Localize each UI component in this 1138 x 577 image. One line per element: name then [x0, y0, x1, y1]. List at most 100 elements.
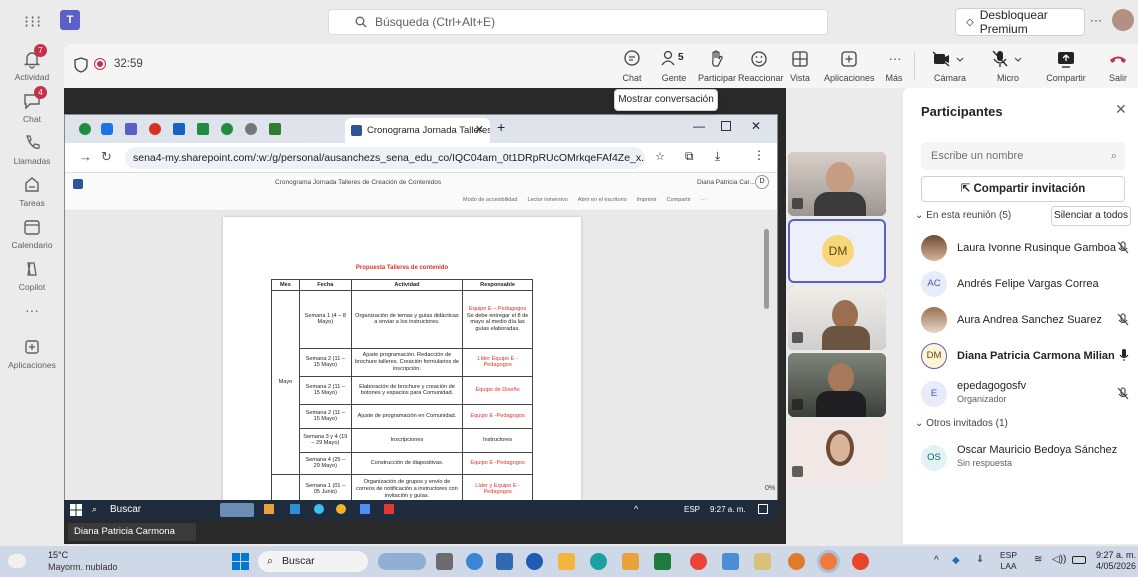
menu-icon[interactable]: ⋮	[753, 148, 765, 162]
raise-hand-button[interactable]: Participar	[697, 48, 737, 83]
video-tile-dm[interactable]: DM	[788, 219, 886, 283]
doc-user-avatar[interactable]: D	[755, 175, 769, 189]
view-button[interactable]: Vista	[788, 48, 812, 83]
file-explorer-icon[interactable]	[558, 553, 575, 570]
taskbar-app-icon[interactable]	[754, 553, 771, 570]
chat-button[interactable]: Chat	[617, 48, 647, 83]
pinned-tab-icon[interactable]	[149, 123, 161, 135]
taskbar-app-icon[interactable]	[526, 553, 543, 570]
taskbar-widget[interactable]	[378, 553, 426, 570]
active-tab[interactable]: Cronograma Jornada Talleres d ✕	[345, 118, 490, 143]
minimize-button[interactable]: —	[693, 119, 705, 133]
participant-row[interactable]: OS Oscar Mauricio Bedoya Sánchez Sin res…	[903, 438, 1138, 478]
taskbar-app-icon[interactable]	[264, 504, 274, 514]
taskbar-app-icon[interactable]	[360, 504, 370, 514]
reload-icon[interactable]: ↻	[101, 149, 112, 165]
rail-activity[interactable]: 7 Actividad	[0, 44, 64, 82]
video-tile[interactable]	[788, 286, 886, 350]
taskbar-app-icon[interactable]	[290, 504, 300, 514]
taskbar-app-icon[interactable]	[788, 553, 805, 570]
star-icon[interactable]: ☆	[655, 150, 665, 163]
participant-row[interactable]: Laura Ivonne Rusinque Gamboa	[903, 230, 1138, 266]
rail-calls[interactable]: Llamadas	[0, 132, 64, 166]
tray-app-icon[interactable]: ◆	[952, 555, 960, 566]
rail-more[interactable]: ···	[0, 302, 64, 318]
participant-search-input[interactable]: Escribe un nombre ⌕	[921, 142, 1125, 170]
pinned-tab-icon[interactable]	[269, 123, 281, 135]
edge-icon[interactable]	[590, 553, 607, 570]
pinned-tab-icon[interactable]	[79, 123, 91, 135]
extensions-icon[interactable]: ⧉	[685, 149, 694, 164]
pinned-tab-icon[interactable]	[101, 123, 113, 135]
url-field[interactable]: sena4-my.sharepoint.com/:w:/g/personal/a…	[125, 147, 645, 169]
open-desktop-button[interactable]: Abrir en el escritorio	[578, 197, 627, 203]
rail-apps[interactable]: Aplicaciones	[0, 336, 64, 370]
usb-icon[interactable]: ⇓	[976, 554, 984, 565]
rail-chat[interactable]: 4 Chat	[0, 86, 64, 124]
apps-button[interactable]: Aplicaciones	[824, 48, 875, 83]
rail-copilot[interactable]: Copilot	[0, 258, 64, 292]
tray-chevron-icon[interactable]: ^	[934, 555, 939, 566]
weather-desc[interactable]: Mayorm. nublado	[48, 562, 118, 572]
doc-share-button[interactable]: Compartir	[667, 197, 691, 203]
taskbar-search[interactable]: ⌕ Buscar	[258, 551, 368, 572]
video-tile[interactable]	[788, 353, 886, 417]
people-button[interactable]: 5 Gente	[657, 48, 691, 83]
windows-start-icon[interactable]	[232, 553, 249, 570]
weather-temp[interactable]: 15°C	[48, 550, 68, 560]
immersive-reader-button[interactable]: Lector inmersivo	[527, 197, 567, 203]
close-panel-button[interactable]: ✕	[1115, 101, 1127, 118]
leave-button[interactable]: Salir	[1106, 48, 1130, 83]
app-launcher-icon[interactable]: ⁝⁝⁝	[24, 12, 42, 32]
camera-button[interactable]: Cámara	[928, 48, 972, 83]
close-tab-icon[interactable]: ✕	[475, 118, 484, 143]
taskbar-app-icon[interactable]	[336, 504, 346, 514]
doc-more-button[interactable]: ···	[701, 197, 707, 203]
close-window-button[interactable]: ✕	[751, 119, 761, 133]
pinned-tab-icon[interactable]	[173, 123, 185, 135]
share-invite-button[interactable]: ⇱ Compartir invitación	[921, 176, 1125, 202]
shield-icon[interactable]	[74, 57, 88, 73]
shared-search-icon[interactable]: ⌕	[92, 504, 97, 515]
pinned-tab-icon[interactable]	[125, 123, 137, 135]
search-box[interactable]: Búsqueda (Ctrl+Alt+E)	[328, 9, 828, 35]
taskbar-app-icon[interactable]	[722, 553, 739, 570]
react-button[interactable]: Reaccionar	[738, 48, 784, 83]
more-actions-button[interactable]: ··· Más	[884, 48, 904, 83]
shared-taskbar-widget[interactable]	[220, 503, 254, 517]
taskbar-app-icon[interactable]	[654, 553, 671, 570]
taskbar-app-icon[interactable]	[496, 553, 513, 570]
accessibility-mode-button[interactable]: Modo de accesibilidad	[463, 197, 517, 203]
document-viewport[interactable]: Propuesta Talleres de contenido Mes Fech…	[65, 211, 777, 517]
maximize-button[interactable]	[721, 121, 731, 131]
participant-row[interactable]: E epedagogosfv Organizador	[903, 374, 1138, 414]
participant-row[interactable]: AC Andrés Felipe Vargas Correa	[903, 266, 1138, 302]
download-icon[interactable]: ⤓	[715, 149, 720, 164]
participant-row[interactable]: DM Diana Patricia Carmona Milian	[903, 338, 1138, 374]
pinned-tab-icon[interactable]	[197, 123, 209, 135]
taskbar-app-icon[interactable]	[466, 553, 483, 570]
video-tile[interactable]	[788, 152, 886, 216]
clock[interactable]: 9:27 a. m. 4/05/2026	[1094, 550, 1136, 572]
chrome-icon[interactable]	[690, 553, 707, 570]
notification-icon[interactable]	[758, 504, 768, 514]
language-indicator[interactable]: ESP LAA	[1000, 550, 1017, 572]
mic-button[interactable]: Micro	[986, 48, 1030, 83]
pinned-tab-icon[interactable]	[221, 123, 233, 135]
shared-search-label[interactable]: Buscar	[110, 504, 141, 515]
in-meeting-section[interactable]: ⌄ En esta reunión (5)	[915, 210, 1011, 221]
pinned-tab-icon[interactable]	[245, 123, 257, 135]
taskbar-app-icon[interactable]	[314, 504, 324, 514]
forward-icon[interactable]: →	[79, 149, 92, 164]
taskbar-app-icon[interactable]	[852, 553, 869, 570]
premium-button[interactable]: ◇ Desbloquear Premium	[955, 8, 1085, 36]
rail-tasks[interactable]: Tareas	[0, 174, 64, 208]
tray-chevron-icon[interactable]: ^	[634, 504, 638, 514]
rail-calendar[interactable]: Calendario	[0, 216, 64, 250]
video-tile[interactable]	[788, 420, 886, 484]
windows-start-icon[interactable]	[70, 504, 82, 516]
taskbar-app-icon[interactable]	[384, 504, 394, 514]
participant-row[interactable]: Aura Andrea Sanchez Suarez	[903, 302, 1138, 338]
other-invitees-section[interactable]: ⌄ Otros invitados (1)	[915, 418, 1008, 429]
user-avatar[interactable]	[1112, 9, 1134, 31]
